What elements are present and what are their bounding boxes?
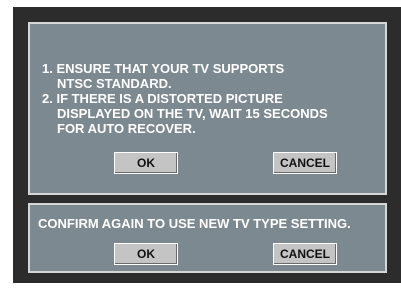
warning-line-5: FOR AUTO RECOVER.	[57, 121, 196, 136]
ntsc-warning-panel: 1. ENSURE THAT YOUR TV SUPPORTS NTSC STA…	[28, 22, 387, 195]
tv-screen: 1. ENSURE THAT YOUR TV SUPPORTS NTSC STA…	[13, 7, 401, 283]
confirm-ok-button[interactable]: OK	[114, 243, 178, 265]
warning-line-2: NTSC STANDARD.	[57, 76, 172, 91]
cancel-button[interactable]: CANCEL	[273, 152, 337, 174]
confirm-message: CONFIRM AGAIN TO USE NEW TV TYPE SETTING…	[38, 216, 351, 231]
confirm-panel: CONFIRM AGAIN TO USE NEW TV TYPE SETTING…	[28, 203, 387, 273]
warning-line-3: 2. IF THERE IS A DISTORTED PICTURE	[42, 91, 283, 106]
warning-line-1: 1. ENSURE THAT YOUR TV SUPPORTS	[42, 61, 285, 76]
ok-button[interactable]: OK	[114, 152, 178, 174]
warning-message: 1. ENSURE THAT YOUR TV SUPPORTS NTSC STA…	[42, 61, 328, 136]
confirm-cancel-button[interactable]: CANCEL	[273, 243, 337, 265]
warning-line-4: DISPLAYED ON THE TV, WAIT 15 SECONDS	[57, 106, 328, 121]
